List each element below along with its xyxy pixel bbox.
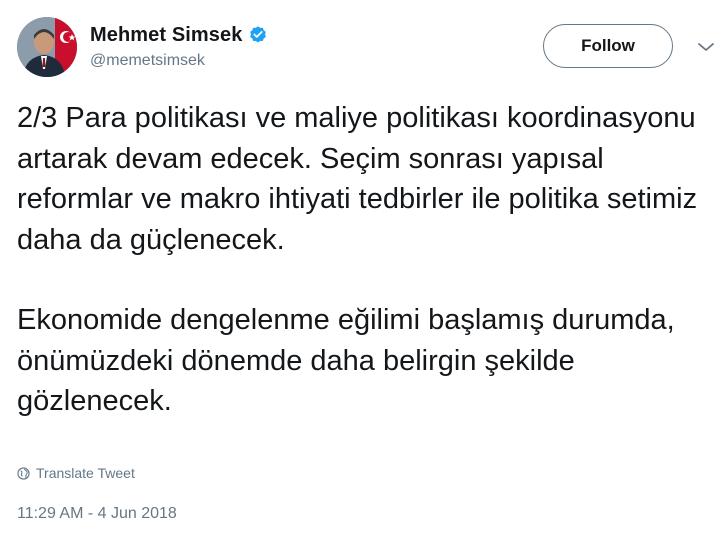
- follow-button[interactable]: Follow: [543, 24, 673, 68]
- globe-icon: [17, 466, 30, 480]
- tweet-paragraph-1: 2/3 Para politikası ve maliye politikası…: [17, 102, 698, 256]
- verified-badge-icon: [248, 25, 268, 45]
- tweet-paragraph-2: Ekonomide dengelenme eğilimi başlamış du…: [17, 304, 675, 417]
- handle[interactable]: @memetsimsek: [90, 52, 268, 70]
- chevron-down-icon[interactable]: [697, 40, 715, 54]
- tweet-text: 2/3 Para politikası ve maliye politikası…: [17, 98, 717, 422]
- display-name-row: Mehmet Simsek: [90, 22, 268, 48]
- tweet-card: Mehmet Simsek @memetsimsek Follow 2/3 Pa…: [0, 0, 726, 540]
- display-name[interactable]: Mehmet Simsek: [90, 24, 242, 47]
- translate-label: Translate Tweet: [36, 465, 135, 481]
- translate-tweet-link[interactable]: Translate Tweet: [17, 465, 135, 481]
- avatar[interactable]: [17, 17, 77, 77]
- timestamp[interactable]: 11:29 AM - 4 Jun 2018: [17, 505, 177, 523]
- avatar-photo-icon: [17, 17, 77, 77]
- author-info: Mehmet Simsek @memetsimsek: [90, 22, 268, 70]
